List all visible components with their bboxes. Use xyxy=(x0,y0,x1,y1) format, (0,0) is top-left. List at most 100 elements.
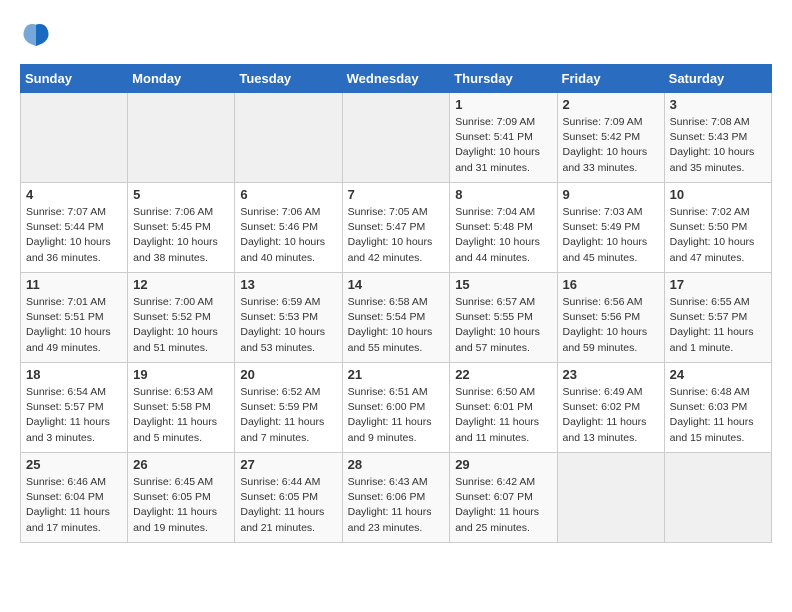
day-header-thursday: Thursday xyxy=(450,65,557,93)
calendar-cell: 18 Sunrise: 6:54 AM Sunset: 5:57 PM Dayli… xyxy=(21,363,128,453)
day-detail: Sunrise: 6:58 AM Sunset: 5:54 PM Dayligh… xyxy=(348,295,445,356)
calendar-cell: 26Sunrise: 6:45 AM Sunset: 6:05 PM Dayli… xyxy=(128,453,235,543)
calendar-cell: 27 Sunrise: 6:44 AM Sunset: 6:05 PM Dayli… xyxy=(235,453,342,543)
day-number: 20 xyxy=(240,367,336,382)
day-header-wednesday: Wednesday xyxy=(342,65,450,93)
day-detail: Sunrise: 6:52 AM Sunset: 5:59 PM Dayligh… xyxy=(240,385,336,446)
day-number: 8 xyxy=(455,187,551,202)
day-detail: Sunrise: 7:06 AM Sunset: 5:46 PM Dayligh… xyxy=(240,205,336,266)
day-detail: Sunrise: 6:53 AM Sunset: 5:58 PM Dayligh… xyxy=(133,385,229,446)
calendar-header-row: SundayMondayTuesdayWednesdayThursdayFrid… xyxy=(21,65,772,93)
calendar-cell xyxy=(664,453,771,543)
day-detail: Sunrise: 6:57 AM Sunset: 5:55 PM Dayligh… xyxy=(455,295,551,356)
day-number: 15 xyxy=(455,277,551,292)
calendar-cell: 17 Sunrise: 6:55 AM Sunset: 5:57 PM Dayli… xyxy=(664,273,771,363)
calendar-cell xyxy=(21,93,128,183)
day-detail: Sunrise: 7:09 AM Sunset: 5:41 PM Dayligh… xyxy=(455,115,551,176)
day-number: 18 xyxy=(26,367,122,382)
calendar-cell: 1 Sunrise: 7:09 AM Sunset: 5:41 PM Daylig… xyxy=(450,93,557,183)
day-number: 22 xyxy=(455,367,551,382)
day-number: 2 xyxy=(563,97,659,112)
day-number: 3 xyxy=(670,97,766,112)
day-detail: Sunrise: 6:45 AM Sunset: 6:05 PM Dayligh… xyxy=(133,475,229,536)
day-detail: Sunrise: 6:51 AM Sunset: 6:00 PM Dayligh… xyxy=(348,385,445,446)
day-number: 11 xyxy=(26,277,122,292)
calendar-week-3: 11 Sunrise: 7:01 AM Sunset: 5:51 PM Dayli… xyxy=(21,273,772,363)
calendar-cell: 14 Sunrise: 6:58 AM Sunset: 5:54 PM Dayli… xyxy=(342,273,450,363)
calendar-cell: 25 Sunrise: 6:46 AM Sunset: 6:04 PM Dayli… xyxy=(21,453,128,543)
calendar-cell: 19 Sunrise: 6:53 AM Sunset: 5:58 PM Dayli… xyxy=(128,363,235,453)
calendar-cell xyxy=(342,93,450,183)
calendar-cell: 28 Sunrise: 6:43 AM Sunset: 6:06 PM Dayli… xyxy=(342,453,450,543)
day-detail: Sunrise: 7:08 AM Sunset: 5:43 PM Dayligh… xyxy=(670,115,766,176)
logo-icon xyxy=(22,20,50,48)
calendar-cell: 2 Sunrise: 7:09 AM Sunset: 5:42 PM Daylig… xyxy=(557,93,664,183)
calendar-cell: 20 Sunrise: 6:52 AM Sunset: 5:59 PM Dayli… xyxy=(235,363,342,453)
calendar-cell: 12 Sunrise: 7:00 AM Sunset: 5:52 PM Dayli… xyxy=(128,273,235,363)
day-detail: Sunrise: 7:07 AM Sunset: 5:44 PM Dayligh… xyxy=(26,205,122,266)
calendar-cell: 3 Sunrise: 7:08 AM Sunset: 5:43 PM Daylig… xyxy=(664,93,771,183)
day-header-monday: Monday xyxy=(128,65,235,93)
day-detail: Sunrise: 6:44 AM Sunset: 6:05 PM Dayligh… xyxy=(240,475,336,536)
day-number: 23 xyxy=(563,367,659,382)
day-number: 6 xyxy=(240,187,336,202)
day-detail: Sunrise: 6:55 AM Sunset: 5:57 PM Dayligh… xyxy=(670,295,766,356)
day-number: 28 xyxy=(348,457,445,472)
calendar-cell: 11 Sunrise: 7:01 AM Sunset: 5:51 PM Dayli… xyxy=(21,273,128,363)
calendar-cell xyxy=(128,93,235,183)
calendar-cell: 23 Sunrise: 6:49 AM Sunset: 6:02 PM Dayli… xyxy=(557,363,664,453)
calendar-cell: 24 Sunrise: 6:48 AM Sunset: 6:03 PM Dayli… xyxy=(664,363,771,453)
day-detail: Sunrise: 6:48 AM Sunset: 6:03 PM Dayligh… xyxy=(670,385,766,446)
day-detail: Sunrise: 7:04 AM Sunset: 5:48 PM Dayligh… xyxy=(455,205,551,266)
day-header-sunday: Sunday xyxy=(21,65,128,93)
day-detail: Sunrise: 7:03 AM Sunset: 5:49 PM Dayligh… xyxy=(563,205,659,266)
day-number: 10 xyxy=(670,187,766,202)
day-number: 12 xyxy=(133,277,229,292)
day-number: 16 xyxy=(563,277,659,292)
day-detail: Sunrise: 6:43 AM Sunset: 6:06 PM Dayligh… xyxy=(348,475,445,536)
calendar-cell: 29 Sunrise: 6:42 AM Sunset: 6:07 PM Dayli… xyxy=(450,453,557,543)
day-number: 4 xyxy=(26,187,122,202)
day-number: 24 xyxy=(670,367,766,382)
calendar-cell: 16 Sunrise: 6:56 AM Sunset: 5:56 PM Dayli… xyxy=(557,273,664,363)
day-number: 9 xyxy=(563,187,659,202)
calendar-cell: 21 Sunrise: 6:51 AM Sunset: 6:00 PM Dayli… xyxy=(342,363,450,453)
calendar-table: SundayMondayTuesdayWednesdayThursdayFrid… xyxy=(20,64,772,543)
day-header-friday: Friday xyxy=(557,65,664,93)
day-detail: Sunrise: 7:02 AM Sunset: 5:50 PM Dayligh… xyxy=(670,205,766,266)
day-detail: Sunrise: 6:42 AM Sunset: 6:07 PM Dayligh… xyxy=(455,475,551,536)
day-detail: Sunrise: 7:09 AM Sunset: 5:42 PM Dayligh… xyxy=(563,115,659,176)
day-number: 1 xyxy=(455,97,551,112)
calendar-cell: 13 Sunrise: 6:59 AM Sunset: 5:53 PM Dayli… xyxy=(235,273,342,363)
day-detail: Sunrise: 6:49 AM Sunset: 6:02 PM Dayligh… xyxy=(563,385,659,446)
calendar-week-4: 18 Sunrise: 6:54 AM Sunset: 5:57 PM Dayli… xyxy=(21,363,772,453)
day-number: 21 xyxy=(348,367,445,382)
calendar-cell: 7Sunrise: 7:05 AM Sunset: 5:47 PM Daylig… xyxy=(342,183,450,273)
day-number: 27 xyxy=(240,457,336,472)
day-number: 14 xyxy=(348,277,445,292)
calendar-cell xyxy=(235,93,342,183)
calendar-cell: 9 Sunrise: 7:03 AM Sunset: 5:49 PM Daylig… xyxy=(557,183,664,273)
day-detail: Sunrise: 6:59 AM Sunset: 5:53 PM Dayligh… xyxy=(240,295,336,356)
day-number: 17 xyxy=(670,277,766,292)
calendar-cell: 10 Sunrise: 7:02 AM Sunset: 5:50 PM Dayli… xyxy=(664,183,771,273)
day-header-saturday: Saturday xyxy=(664,65,771,93)
logo xyxy=(20,20,50,48)
day-number: 29 xyxy=(455,457,551,472)
calendar-week-2: 4 Sunrise: 7:07 AM Sunset: 5:44 PM Daylig… xyxy=(21,183,772,273)
day-number: 13 xyxy=(240,277,336,292)
day-detail: Sunrise: 6:56 AM Sunset: 5:56 PM Dayligh… xyxy=(563,295,659,356)
day-detail: Sunrise: 7:00 AM Sunset: 5:52 PM Dayligh… xyxy=(133,295,229,356)
calendar-cell: 5Sunrise: 7:06 AM Sunset: 5:45 PM Daylig… xyxy=(128,183,235,273)
day-detail: Sunrise: 6:46 AM Sunset: 6:04 PM Dayligh… xyxy=(26,475,122,536)
calendar-week-1: 1 Sunrise: 7:09 AM Sunset: 5:41 PM Daylig… xyxy=(21,93,772,183)
day-number: 25 xyxy=(26,457,122,472)
day-detail: Sunrise: 7:01 AM Sunset: 5:51 PM Dayligh… xyxy=(26,295,122,356)
day-number: 19 xyxy=(133,367,229,382)
calendar-cell: 15 Sunrise: 6:57 AM Sunset: 5:55 PM Dayli… xyxy=(450,273,557,363)
calendar-cell: 4 Sunrise: 7:07 AM Sunset: 5:44 PM Daylig… xyxy=(21,183,128,273)
day-detail: Sunrise: 6:50 AM Sunset: 6:01 PM Dayligh… xyxy=(455,385,551,446)
day-detail: Sunrise: 7:05 AM Sunset: 5:47 PM Dayligh… xyxy=(348,205,445,266)
day-detail: Sunrise: 6:54 AM Sunset: 5:57 PM Dayligh… xyxy=(26,385,122,446)
calendar-week-5: 25 Sunrise: 6:46 AM Sunset: 6:04 PM Dayli… xyxy=(21,453,772,543)
